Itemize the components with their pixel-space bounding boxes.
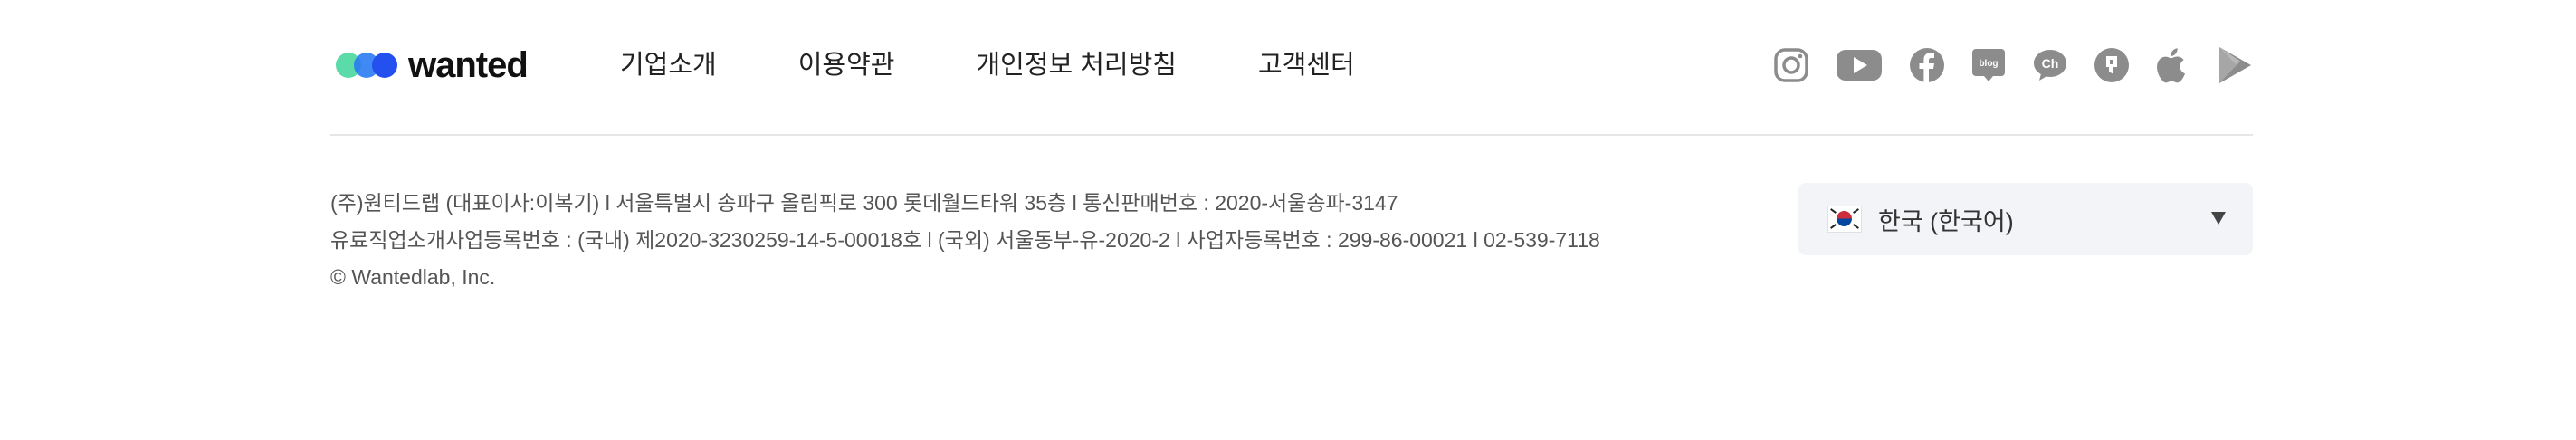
- youtube-icon[interactable]: [1835, 43, 1884, 87]
- logo-dots-icon: [336, 52, 399, 79]
- caret-down-icon: [2211, 212, 2226, 225]
- language-selected-label: 한국 (한국어): [1878, 207, 2014, 235]
- facebook-icon[interactable]: [1909, 43, 1945, 87]
- blog-icon-label: blog: [1979, 59, 1998, 69]
- blog-icon[interactable]: blog: [1970, 43, 2007, 87]
- channel-icon-label: Ch: [2042, 56, 2059, 71]
- footer-top-row: wanted 기업소개 이용약관 개인정보 처리방침 고객센터 blog Ch: [330, 0, 2253, 136]
- wanted-logo-link[interactable]: wanted: [336, 44, 529, 85]
- footer-nav: 기업소개 이용약관 개인정보 처리방침 고객센터: [620, 45, 1355, 85]
- apple-icon[interactable]: [2155, 43, 2191, 87]
- nav-link-terms[interactable]: 이용약관: [798, 45, 895, 85]
- copyright: © Wantedlab, Inc.: [330, 265, 496, 289]
- site-footer: wanted 기업소개 이용약관 개인정보 처리방침 고객센터 blog Ch …: [0, 0, 2576, 440]
- company-info: (주)원티드랩 (대표이사:이복기) l 서울특별시 송파구 올림픽로 300 …: [330, 185, 1600, 296]
- nav-link-privacy-policy[interactable]: 개인정보 처리방침: [976, 45, 1177, 85]
- nav-link-customer-center[interactable]: 고객센터: [1258, 45, 1355, 85]
- instagram-icon[interactable]: [1773, 43, 1809, 87]
- logo-dot-dark-blue: [372, 53, 397, 78]
- google-play-icon[interactable]: [2217, 43, 2253, 87]
- kakao-channel-icon[interactable]: Ch: [2032, 43, 2068, 87]
- footer-inner: wanted 기업소개 이용약관 개인정보 처리방침 고객센터 blog Ch …: [330, 0, 2253, 353]
- logo-wordmark: wanted: [408, 44, 529, 85]
- language-selector[interactable]: 한국 (한국어): [1798, 183, 2253, 255]
- kakao-story-icon[interactable]: [2094, 43, 2130, 87]
- social-links: blog Ch: [1773, 43, 2253, 87]
- company-info-line-2: 유료직업소개사업등록번호 : (국내) 제2020-3230259-14-5-0…: [330, 228, 1600, 252]
- nav-link-company-intro[interactable]: 기업소개: [620, 45, 717, 85]
- footer-bottom-row: (주)원티드랩 (대표이사:이복기) l 서울특별시 송파구 올림픽로 300 …: [330, 136, 2253, 353]
- korea-flag-icon: [1827, 206, 1862, 233]
- company-info-line-1: (주)원티드랩 (대표이사:이복기) l 서울특별시 송파구 올림픽로 300 …: [330, 191, 1398, 215]
